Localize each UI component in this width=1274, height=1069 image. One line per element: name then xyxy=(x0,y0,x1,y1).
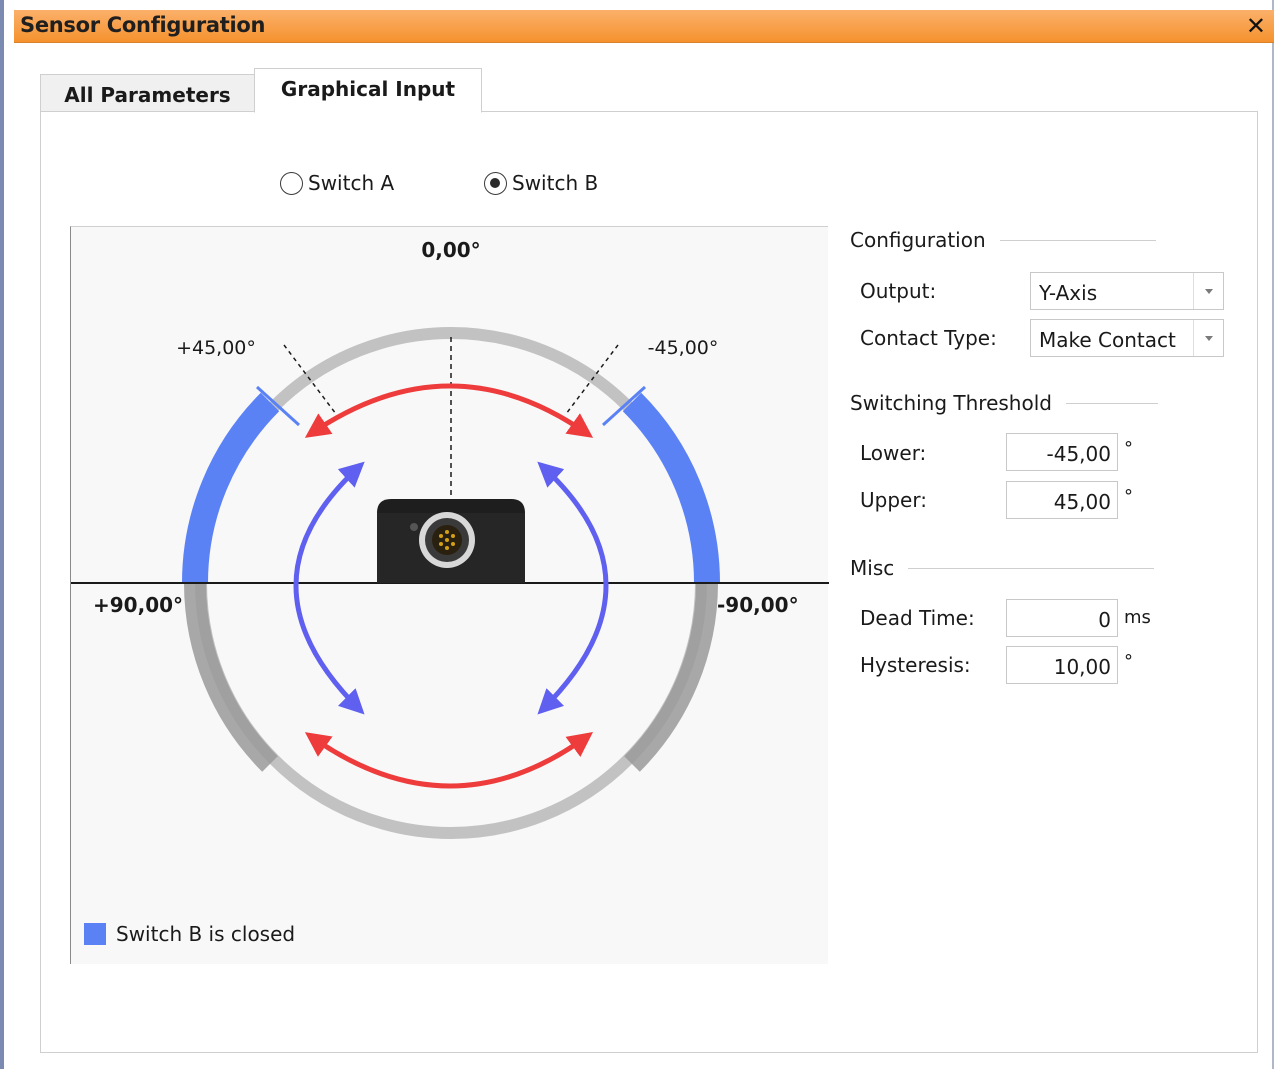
misc-group-heading: Misc xyxy=(850,556,1155,580)
upper-threshold-input[interactable]: 45,00 xyxy=(1006,481,1118,519)
hysteresis-input[interactable]: 10,00 xyxy=(1006,646,1118,684)
upper-threshold-label: Upper: xyxy=(860,488,927,512)
output-select-value: Y-Axis xyxy=(1039,281,1098,305)
diagram-legend: Switch B is closed xyxy=(84,922,295,946)
misc-heading-label: Misc xyxy=(850,556,895,580)
sensor-device-icon xyxy=(377,499,525,583)
configuration-group-heading: Configuration xyxy=(850,228,1156,252)
chevron-down-icon[interactable] xyxy=(1193,273,1223,309)
contact-type-select-value: Make Contact xyxy=(1039,328,1176,352)
legend-label: Switch B is closed xyxy=(116,922,296,946)
lower-threshold-unit: ° xyxy=(1124,438,1133,459)
hysteresis-label: Hysteresis: xyxy=(860,653,971,677)
angle-label-plus90: +90,00° xyxy=(93,593,183,617)
contact-type-label: Contact Type: xyxy=(860,326,997,350)
tab-all-parameters[interactable]: All Parameters xyxy=(40,74,255,112)
legend-swatch xyxy=(84,923,106,945)
configuration-divider xyxy=(999,239,1156,241)
misc-divider xyxy=(908,567,1155,569)
radio-button-checked[interactable] xyxy=(484,171,507,195)
chevron-down-icon[interactable] xyxy=(1193,320,1223,356)
closed-arc-left xyxy=(182,392,280,584)
angle-label-plus45: +45,00° xyxy=(176,337,256,359)
output-label: Output: xyxy=(860,279,937,303)
red-arrow-upper xyxy=(304,383,594,438)
dead-time-label: Dead Time: xyxy=(860,606,975,630)
tab-graphical-input[interactable]: Graphical Input xyxy=(254,68,482,113)
radio-switch-a[interactable]: Switch A xyxy=(280,168,394,198)
angle-label-minus90: -90,00° xyxy=(717,593,799,617)
close-icon[interactable]: ✕ xyxy=(1246,10,1266,42)
blue-arrow-right xyxy=(537,461,609,715)
dead-time-unit: ms xyxy=(1124,607,1151,628)
red-arrow-lower xyxy=(304,732,594,789)
upper-threshold-unit: ° xyxy=(1124,486,1133,507)
threshold-divider xyxy=(1065,402,1158,404)
lower-threshold-input[interactable]: -45,00 xyxy=(1006,433,1118,471)
lower-left-grey-band xyxy=(184,582,278,772)
angle-label-top: 0,00° xyxy=(421,238,480,262)
tilt-diagram-svg: 0,00° +45,00° -45,00° +90,00° -90,00° xyxy=(71,238,829,839)
sensor-configuration-dialog: Sensor Configuration ✕ All Parameters Gr… xyxy=(0,0,1274,1069)
tilt-diagram: 0,00° +45,00° -45,00° +90,00° -90,00° xyxy=(70,226,829,964)
radio-button-unchecked[interactable] xyxy=(280,171,303,195)
radio-switch-a-label: Switch A xyxy=(308,171,395,195)
threshold-heading-label: Switching Threshold xyxy=(850,391,1052,415)
closed-arc-right xyxy=(622,392,720,584)
threshold-group-heading: Switching Threshold xyxy=(850,391,1158,415)
angle-label-minus45: -45,00° xyxy=(648,337,719,359)
dead-time-input[interactable]: 0 xyxy=(1006,599,1118,637)
configuration-heading-label: Configuration xyxy=(850,228,986,252)
right-45-dashed xyxy=(565,344,619,415)
radio-switch-b[interactable]: Switch B xyxy=(484,168,598,198)
output-select[interactable]: Y-Axis xyxy=(1030,272,1224,310)
blue-arrow-left xyxy=(293,461,365,715)
window-title: Sensor Configuration xyxy=(20,13,266,37)
contact-type-select[interactable]: Make Contact xyxy=(1030,319,1224,357)
lower-right-grey-band xyxy=(624,582,718,772)
hysteresis-unit: ° xyxy=(1124,651,1133,672)
radio-switch-b-label: Switch B xyxy=(512,171,599,195)
left-45-dashed xyxy=(283,344,337,415)
title-bar: Sensor Configuration ✕ xyxy=(14,10,1274,43)
lower-threshold-label: Lower: xyxy=(860,441,927,465)
